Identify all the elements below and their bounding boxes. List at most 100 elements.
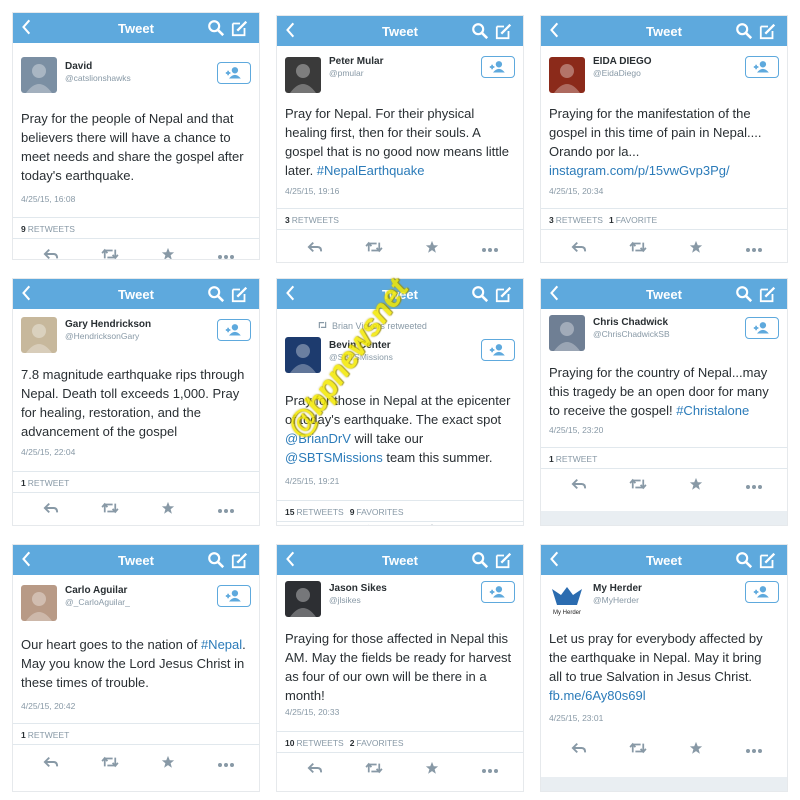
user-handle[interactable]: @catslionshawks bbox=[65, 73, 131, 83]
user-name[interactable]: Jason Sikes bbox=[329, 583, 387, 594]
compose-icon[interactable] bbox=[495, 285, 513, 303]
favorite-label[interactable]: FAVORITES bbox=[356, 738, 403, 748]
favorite-star-icon[interactable] bbox=[161, 247, 179, 259]
favorite-label[interactable]: FAVORITE bbox=[616, 215, 657, 225]
search-icon[interactable] bbox=[471, 285, 489, 303]
reply-icon[interactable] bbox=[43, 755, 61, 771]
retweet-count[interactable]: 15 bbox=[285, 507, 294, 517]
favorite-label[interactable]: FAVORITES bbox=[356, 507, 403, 517]
search-icon[interactable] bbox=[735, 285, 753, 303]
retweet-count[interactable]: 3 bbox=[285, 215, 290, 225]
more-options-icon[interactable] bbox=[217, 247, 235, 259]
favorite-count[interactable]: 9 bbox=[350, 507, 355, 517]
user-name[interactable]: Chris Chadwick bbox=[593, 317, 668, 328]
more-options-icon[interactable] bbox=[217, 755, 235, 771]
follow-button[interactable] bbox=[745, 317, 779, 339]
retweet-label[interactable]: RETWEETS bbox=[292, 215, 339, 225]
reply-icon[interactable] bbox=[307, 523, 325, 525]
more-options-icon[interactable] bbox=[481, 240, 499, 256]
search-icon[interactable] bbox=[735, 551, 753, 569]
compose-icon[interactable] bbox=[231, 19, 249, 37]
search-icon[interactable] bbox=[735, 22, 753, 40]
favorite-star-icon[interactable] bbox=[161, 501, 179, 517]
tweet-link[interactable]: instagram.com/p/15vwGvp3Pg/ bbox=[549, 163, 730, 178]
tweet-link[interactable]: @BrianDrV bbox=[285, 431, 351, 446]
user-name[interactable]: Bevin Center bbox=[329, 340, 391, 351]
follow-button[interactable] bbox=[481, 56, 515, 78]
retweet-label[interactable]: RETWEETS bbox=[28, 224, 75, 234]
search-icon[interactable] bbox=[207, 551, 225, 569]
reply-icon[interactable] bbox=[43, 501, 61, 517]
retweet-count[interactable]: 1 bbox=[21, 730, 26, 740]
user-handle[interactable]: @jlsikes bbox=[329, 595, 361, 605]
follow-button[interactable] bbox=[481, 581, 515, 603]
favorite-star-icon[interactable] bbox=[689, 477, 707, 493]
reply-icon[interactable] bbox=[307, 240, 325, 256]
tweet-link[interactable]: #NepalEarthquake bbox=[317, 163, 425, 178]
user-handle[interactable]: @SBTSMissions bbox=[329, 352, 393, 362]
user-name[interactable]: Peter Mular bbox=[329, 56, 383, 67]
tweet-link[interactable]: fb.me/6Ay80s69l bbox=[549, 688, 646, 703]
avatar[interactable] bbox=[21, 585, 57, 621]
more-options-icon[interactable] bbox=[745, 240, 763, 256]
user-name[interactable]: My Herder bbox=[593, 583, 642, 594]
favorite-star-icon[interactable] bbox=[689, 240, 707, 256]
user-handle[interactable]: @pmular bbox=[329, 68, 364, 78]
retweet-icon[interactable] bbox=[101, 755, 119, 771]
favorite-star-icon[interactable] bbox=[425, 761, 443, 777]
tweet-link[interactable]: #Christalone bbox=[676, 403, 749, 418]
favorite-count[interactable]: 1 bbox=[609, 215, 614, 225]
retweet-icon[interactable] bbox=[365, 761, 383, 777]
reply-icon[interactable] bbox=[307, 761, 325, 777]
more-options-icon[interactable] bbox=[481, 761, 499, 777]
reply-icon[interactable] bbox=[571, 240, 589, 256]
retweet-count[interactable]: 3 bbox=[549, 215, 554, 225]
compose-icon[interactable] bbox=[231, 551, 249, 569]
retweet-icon[interactable] bbox=[365, 240, 383, 256]
retweet-label[interactable]: RETWEET bbox=[28, 730, 70, 740]
user-name[interactable]: David bbox=[65, 61, 92, 72]
user-name[interactable]: Gary Hendrickson bbox=[65, 319, 151, 330]
user-name[interactable]: Carlo Aguilar bbox=[65, 585, 127, 596]
avatar[interactable] bbox=[21, 57, 57, 93]
compose-icon[interactable] bbox=[495, 551, 513, 569]
avatar[interactable] bbox=[549, 57, 585, 93]
more-options-icon[interactable] bbox=[481, 523, 499, 525]
retweet-label[interactable]: RETWEET bbox=[28, 478, 70, 488]
avatar[interactable] bbox=[549, 315, 585, 351]
favorite-star-icon[interactable] bbox=[161, 755, 179, 771]
follow-button[interactable] bbox=[217, 319, 251, 341]
retweet-count[interactable]: 9 bbox=[21, 224, 26, 234]
retweet-icon[interactable] bbox=[629, 741, 647, 757]
favorite-star-icon[interactable] bbox=[689, 741, 707, 757]
avatar[interactable] bbox=[285, 581, 321, 617]
more-options-icon[interactable] bbox=[745, 741, 763, 757]
avatar[interactable] bbox=[21, 317, 57, 353]
follow-button[interactable] bbox=[481, 339, 515, 361]
retweet-count[interactable]: 1 bbox=[549, 454, 554, 464]
favorite-star-icon[interactable] bbox=[425, 523, 443, 525]
retweet-count[interactable]: 10 bbox=[285, 738, 294, 748]
retweet-label[interactable]: RETWEETS bbox=[296, 738, 343, 748]
user-handle[interactable]: @HendricksonGary bbox=[65, 331, 139, 341]
tweet-link[interactable]: #Nepal bbox=[201, 637, 242, 652]
avatar[interactable] bbox=[285, 337, 321, 373]
user-handle[interactable]: @ChrisChadwickSB bbox=[593, 329, 670, 339]
retweet-label[interactable]: RETWEETS bbox=[556, 215, 603, 225]
search-icon[interactable] bbox=[207, 19, 225, 37]
user-handle[interactable]: @_CarloAguilar_ bbox=[65, 597, 130, 607]
follow-button[interactable] bbox=[745, 581, 779, 603]
reply-icon[interactable] bbox=[571, 477, 589, 493]
compose-icon[interactable] bbox=[759, 551, 777, 569]
user-name[interactable]: EIDA DIEGO bbox=[593, 56, 652, 67]
retweet-icon[interactable] bbox=[629, 240, 647, 256]
retweet-count[interactable]: 1 bbox=[21, 478, 26, 488]
reply-icon[interactable] bbox=[43, 247, 61, 259]
favorite-count[interactable]: 2 bbox=[350, 738, 355, 748]
follow-button[interactable] bbox=[217, 585, 251, 607]
favorite-star-icon[interactable] bbox=[425, 240, 443, 256]
search-icon[interactable] bbox=[207, 285, 225, 303]
retweet-label[interactable]: RETWEET bbox=[556, 454, 598, 464]
avatar[interactable] bbox=[285, 57, 321, 93]
search-icon[interactable] bbox=[471, 22, 489, 40]
